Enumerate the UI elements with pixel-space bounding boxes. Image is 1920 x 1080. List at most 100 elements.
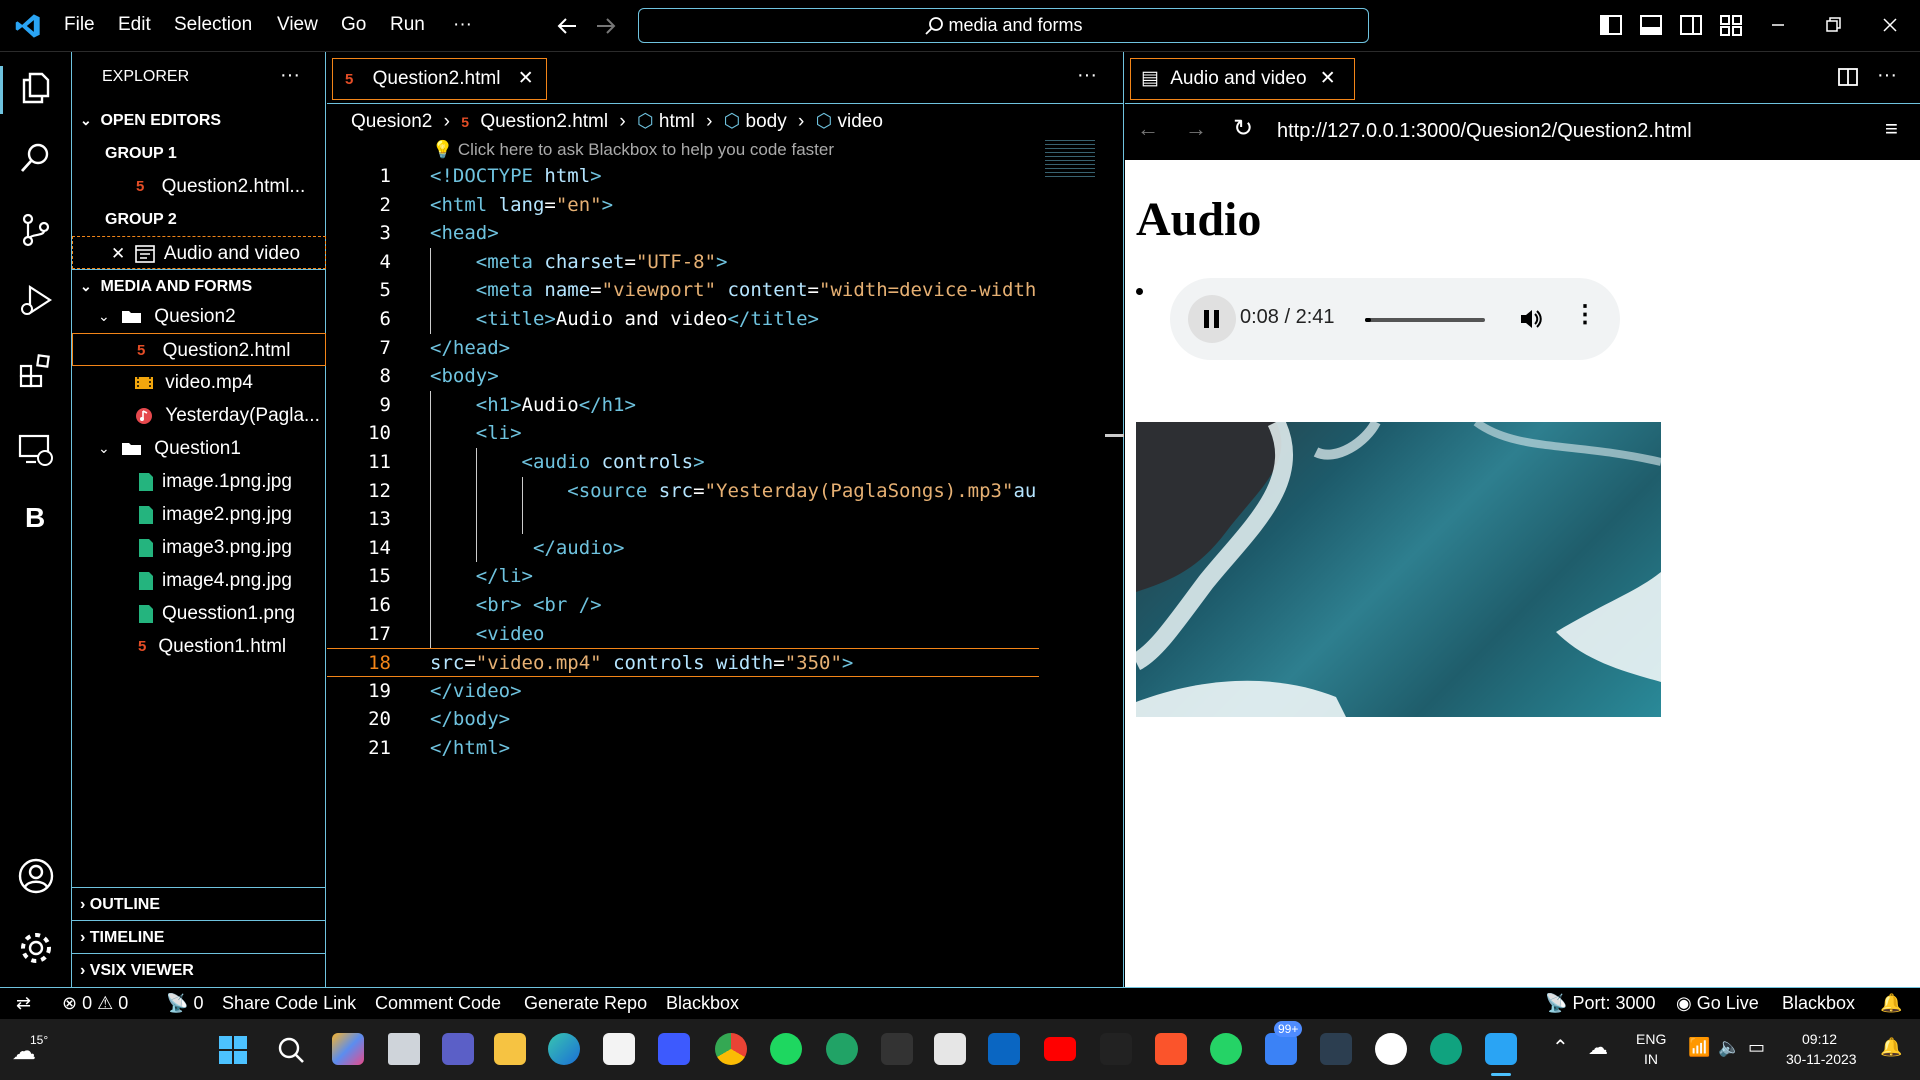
close-icon[interactable]: ✕: [518, 68, 534, 89]
volume-icon[interactable]: [1518, 306, 1544, 332]
hamburger-menu-icon[interactable]: ≡: [1885, 116, 1898, 142]
language-label-1[interactable]: ENG: [1636, 1031, 1666, 1047]
battery-icon[interactable]: ▭: [1748, 1037, 1765, 1058]
file-video-mp4[interactable]: video.mp4: [72, 366, 326, 399]
menu-edit[interactable]: Edit: [118, 14, 151, 36]
scrollbar-thumb[interactable]: [1105, 434, 1124, 437]
file-yesterday-mp3[interactable]: Yesterday(Pagla...: [72, 399, 326, 432]
restore-icon[interactable]: [1820, 12, 1846, 38]
clock-time[interactable]: 09:12: [1802, 1031, 1837, 1047]
app-f-icon[interactable]: [881, 1033, 913, 1065]
editor-more-button[interactable]: ···: [1077, 64, 1097, 87]
file-image4[interactable]: image4.png.jpg: [72, 564, 326, 597]
volume-tray-icon[interactable]: 🔈: [1718, 1037, 1740, 1058]
chatgpt-icon[interactable]: [1430, 1033, 1462, 1065]
chrome-icon[interactable]: [715, 1033, 747, 1065]
taskbar-search-icon[interactable]: [276, 1035, 306, 1065]
app-icon[interactable]: [658, 1033, 690, 1065]
spotify-icon[interactable]: [770, 1033, 802, 1065]
teams-icon[interactable]: [442, 1033, 474, 1065]
more-vertical-icon[interactable]: ⋮: [1573, 300, 1597, 329]
open-editor-question2[interactable]: 5 Question2.html...: [72, 170, 326, 203]
windows-start-icon[interactable]: [218, 1035, 248, 1065]
comment-code[interactable]: Comment Code: [375, 988, 501, 1018]
preview-more-button[interactable]: ···: [1877, 64, 1897, 87]
go-live-button[interactable]: ◉ Go Live: [1676, 988, 1759, 1018]
forward-arrow-icon[interactable]: →: [1185, 116, 1207, 142]
search-sidebar-icon[interactable]: [18, 140, 54, 176]
command-center-search[interactable]: media and forms: [638, 8, 1369, 43]
toggle-panel-icon[interactable]: [1638, 12, 1664, 38]
menu-run[interactable]: Run: [390, 14, 425, 36]
menu-go[interactable]: Go: [341, 14, 366, 36]
wifi-icon[interactable]: 📶: [1688, 1037, 1710, 1058]
timeline-section[interactable]: › TIMELINE: [72, 920, 326, 953]
explorer-more-button[interactable]: ···: [280, 64, 300, 87]
code-area[interactable]: 1 <!DOCTYPE html> 2 <html lang="en"> 3 <hea…: [327, 162, 1107, 812]
ports-indicator[interactable]: 📡 0: [166, 988, 203, 1018]
menu-more[interactable]: ···: [453, 14, 472, 36]
back-arrow-icon[interactable]: [556, 15, 578, 37]
whatsapp-icon[interactable]: [1210, 1033, 1242, 1065]
close-window-icon[interactable]: [1877, 12, 1903, 38]
extensions-icon[interactable]: [18, 352, 54, 388]
app-dark-icon[interactable]: [1100, 1033, 1132, 1065]
file-image1[interactable]: image.1png.jpg: [72, 465, 326, 498]
vscode-taskbar-icon[interactable]: [1485, 1033, 1517, 1065]
explorer-icon[interactable]: [18, 70, 54, 106]
breadcrumb-folder[interactable]: Quesion2: [351, 111, 432, 132]
breadcrumb-body[interactable]: body: [746, 111, 787, 132]
notification-bell-icon[interactable]: 🔔: [1880, 1037, 1902, 1058]
app-notify-icon[interactable]: [1265, 1033, 1297, 1065]
app-news-icon[interactable]: [934, 1033, 966, 1065]
bell-icon[interactable]: 🔔: [1880, 988, 1902, 1018]
menu-file[interactable]: File: [64, 14, 95, 36]
toggle-secondary-sidebar-icon[interactable]: [1678, 12, 1704, 38]
edge-icon[interactable]: [548, 1033, 580, 1065]
store-icon[interactable]: [603, 1033, 635, 1065]
tab-question2[interactable]: 5 Question2.html ✕: [332, 58, 547, 100]
file-quesstion1-png[interactable]: Quesstion1.png: [72, 597, 326, 630]
back-arrow-icon[interactable]: ←: [1137, 116, 1159, 142]
pause-button[interactable]: [1188, 295, 1236, 343]
menu-view[interactable]: View: [277, 14, 318, 36]
app-dh-icon[interactable]: [1320, 1033, 1352, 1065]
port-status[interactable]: 📡 Port: 3000: [1545, 988, 1656, 1018]
split-editor-icon[interactable]: [1837, 66, 1859, 88]
folder-quesion2[interactable]: ⌄ Quesion2: [72, 300, 326, 333]
remote-explorer-icon[interactable]: [18, 432, 54, 468]
breadcrumb-html[interactable]: html: [659, 111, 695, 132]
source-control-icon[interactable]: [18, 212, 54, 248]
close-icon[interactable]: ✕: [1320, 68, 1336, 89]
open-editor-audio-video[interactable]: ✕ Audio and video: [72, 236, 326, 269]
linkedin-icon[interactable]: [988, 1033, 1020, 1065]
breadcrumb-file[interactable]: Question2.html: [480, 111, 608, 132]
app-green-icon[interactable]: [826, 1033, 858, 1065]
account-icon[interactable]: [18, 858, 54, 894]
toggle-primary-sidebar-icon[interactable]: [1598, 12, 1624, 38]
reload-icon[interactable]: ↻: [1233, 114, 1253, 143]
chevron-up-icon[interactable]: ⌃: [1552, 1035, 1569, 1060]
audio-progress-track[interactable]: [1365, 318, 1485, 322]
vsix-viewer-section[interactable]: › VSIX VIEWER: [72, 953, 326, 986]
generate-repo[interactable]: Generate Repo: [524, 988, 647, 1018]
project-section[interactable]: ⌄ MEDIA AND FORMS: [72, 269, 326, 302]
minimap[interactable]: [1045, 140, 1095, 180]
blackbox-hint[interactable]: 💡 Click here to ask Blackbox to help you…: [432, 140, 834, 160]
github-icon[interactable]: [1375, 1033, 1407, 1065]
forward-arrow-icon[interactable]: [595, 15, 617, 37]
url-field[interactable]: http://127.0.0.1:3000/Quesion2/Question2…: [1277, 120, 1692, 143]
minimize-icon[interactable]: [1765, 12, 1791, 38]
file-image2[interactable]: image2.png.jpg: [72, 498, 326, 531]
breadcrumb-video[interactable]: video: [838, 111, 883, 132]
file-question2-html[interactable]: 5 Question2.html: [72, 333, 326, 366]
blackbox-status[interactable]: Blackbox: [666, 988, 739, 1018]
file-explorer-icon[interactable]: [494, 1033, 526, 1065]
audio-player[interactable]: 0:08 / 2:41 ⋮: [1170, 278, 1620, 360]
blackbox-icon[interactable]: B: [25, 502, 45, 534]
menu-selection[interactable]: Selection: [174, 14, 252, 36]
language-label-2[interactable]: IN: [1644, 1051, 1658, 1067]
blackbox-status-right[interactable]: Blackbox: [1782, 988, 1855, 1018]
open-editors-section[interactable]: ⌄ OPEN EDITORS: [72, 104, 326, 137]
settings-gear-icon[interactable]: [18, 930, 54, 966]
